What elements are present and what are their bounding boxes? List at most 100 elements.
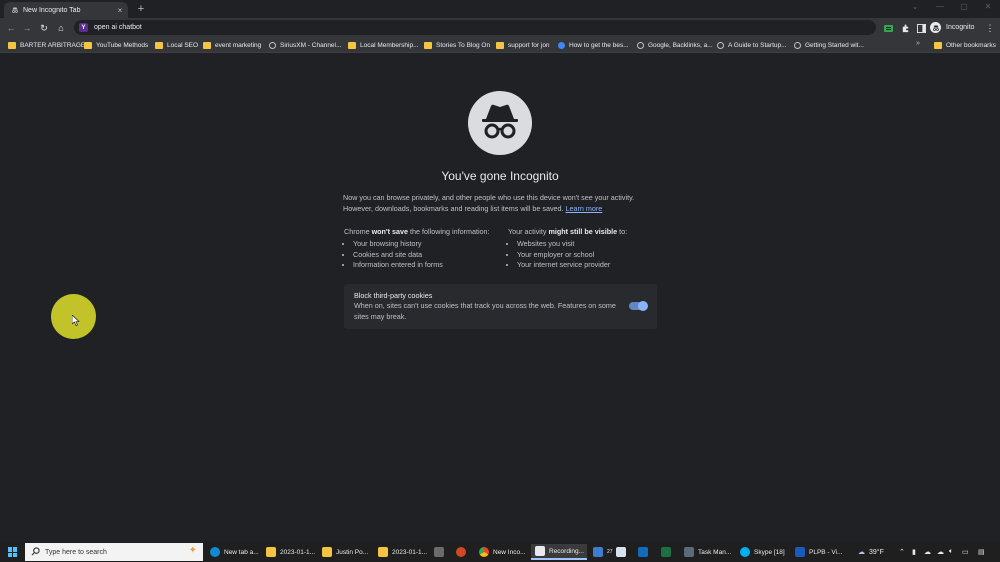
might-be-visible-heading: Your activity might still be visible to: [508,227,628,236]
folder-icon [934,41,942,49]
wont-save-column: Chrome won't save the following informat… [344,227,490,271]
taskbar-word[interactable]: PLPB - Vi... [795,544,842,560]
close-window-button[interactable]: ✕ [981,2,995,11]
folder-icon [322,547,332,557]
powerpoint-icon [456,547,466,557]
folder-icon [348,41,356,49]
windows-start-icon[interactable] [8,547,18,557]
taskbar-folder-3[interactable]: 2023-01-1... [378,544,427,560]
bookmark-other-bookmarks[interactable]: Other bookmarks [934,40,996,50]
folder-icon [155,41,163,49]
task-manager-icon [684,547,694,557]
bookmark-local-membership[interactable]: Local Membership... [348,40,419,50]
side-panel-icon[interactable] [914,21,928,35]
intro-line-2: However, downloads, bookmarks and readin… [343,203,603,213]
tab-search-icon[interactable]: ⌄ [908,2,922,11]
folder-icon [266,547,276,557]
cookie-card-description: When on, sites can't use cookies that tr… [354,301,616,321]
site-icon: Y [79,23,88,32]
bookmark-siriusxm[interactable]: SiriusXM - Channel... [269,40,341,50]
tray-chevron-icon[interactable]: ⌃ [899,545,905,559]
toggle-knob [638,301,648,311]
new-tab-button[interactable]: + [135,3,147,15]
address-text[interactable]: open ai chatbot [94,24,142,31]
microphone-icon[interactable]: ▮ [912,545,916,559]
incognito-profile-button[interactable]: Incognito [930,21,974,34]
bookmark-stories-to-blog[interactable]: Stories To Blog On [424,40,490,50]
notepad-icon [616,547,626,557]
incognito-avatar-icon [930,22,941,33]
bookmark-guide-to-startup[interactable]: A Guide to Startup... [717,40,787,50]
menu-icon[interactable]: ⋮ [983,21,997,35]
folder-icon [378,547,388,557]
taskbar-search-placeholder: Type here to search [45,548,107,556]
taskbar-recording[interactable]: Recording... [531,544,587,560]
bookmark-google-backlinks[interactable]: Google, Backlinks, a... [637,40,713,50]
block-cookies-toggle[interactable] [629,301,648,311]
bookmark-local-seo[interactable]: Local SEO [155,40,198,50]
profile-label: Incognito [946,24,975,31]
extension-icon[interactable] [881,21,895,35]
tab-close-icon[interactable]: × [115,6,125,15]
bookmark-barter-arbitrage[interactable]: BARTER ARBITRAGE [8,40,85,50]
cloud-icon[interactable]: ☁ [937,545,944,559]
address-bar[interactable]: Y open ai chatbot [74,20,876,35]
learn-more-link[interactable]: Learn more [566,204,603,213]
bookmark-support-for-jon[interactable]: support for jon [496,40,550,50]
forward-icon[interactable]: → [20,21,34,35]
intro-line-1: Now you can browse privately, and other … [343,193,635,202]
bookmark-youtube-methods[interactable]: YouTube Methods [84,40,148,50]
reload-icon[interactable]: ↻ [37,21,51,35]
taskbar-powerpoint[interactable] [456,544,470,560]
wont-save-heading: Chrome won't save the following informat… [344,227,490,236]
folder-icon [203,41,211,49]
more-bookmarks-icon[interactable]: » [916,40,920,47]
taskbar-chrome[interactable]: New Inco... [479,544,526,560]
taskbar-outlook[interactable] [638,544,652,560]
incognito-headline: You've gone Incognito [441,169,559,183]
taskbar-app-badge[interactable]: 27 [593,544,613,560]
taskbar-notepad[interactable] [616,544,630,560]
weather-widget[interactable]: ☁ 39°F [858,545,884,559]
taskbar-excel[interactable] [661,544,675,560]
might-be-visible-column: Your activity might still be visible to:… [508,227,627,271]
extensions-puzzle-icon[interactable] [898,21,912,35]
recording-icon [535,546,545,556]
skype-icon [740,547,750,557]
taskbar-folder-2[interactable]: Justin Po... [322,544,368,560]
mouse-cursor-icon [71,314,80,328]
list-item: Websites you visit [517,239,627,250]
taskbar-task-manager[interactable]: Task Man... [684,544,731,560]
network-icon[interactable]: ▭ [962,545,969,559]
word-icon [795,547,805,557]
taskbar-skype[interactable]: Skype [18] [740,544,785,560]
maximize-button[interactable]: ▢ [957,2,971,11]
list-item: Your internet service provider [517,260,627,271]
list-item: Your employer or school [517,250,627,261]
volume-icon[interactable]: 🔈︎ [949,545,953,559]
site-icon [558,41,565,49]
taskbar-folder-1[interactable]: 2023-01-1... [266,544,315,560]
outlook-icon [638,547,648,557]
notifications-icon[interactable]: ▤ [978,545,985,559]
bookmarks-bar: BARTER ARBITRAGE YouTube Methods Local S… [0,37,1000,53]
edge-icon [210,547,220,557]
back-icon[interactable]: ← [4,21,18,35]
bookmark-getting-started[interactable]: Getting Started wit... [794,40,864,50]
onedrive-icon[interactable]: ☁ [924,545,931,559]
excel-icon [661,547,671,557]
taskbar-store[interactable] [434,544,448,560]
taskbar-search-box[interactable]: Type here to search ✦ [25,543,203,561]
tab-title: New Incognito Tab [23,6,81,14]
home-icon[interactable]: ⌂ [54,21,68,35]
bookmark-how-to-get[interactable]: How to get the bes... [558,40,629,50]
tab-strip: New Incognito Tab × + ⌄ — ▢ ✕ [0,0,1000,18]
tab-new-incognito[interactable]: New Incognito Tab × [4,2,128,18]
minimize-button[interactable]: — [933,2,947,11]
bookmark-event-marketing[interactable]: event marketing [203,40,261,50]
app-icon [593,547,603,557]
globe-icon [717,41,724,49]
globe-icon [269,41,276,49]
chrome-icon [479,547,489,557]
taskbar-edge[interactable]: New tab a... [210,544,259,560]
